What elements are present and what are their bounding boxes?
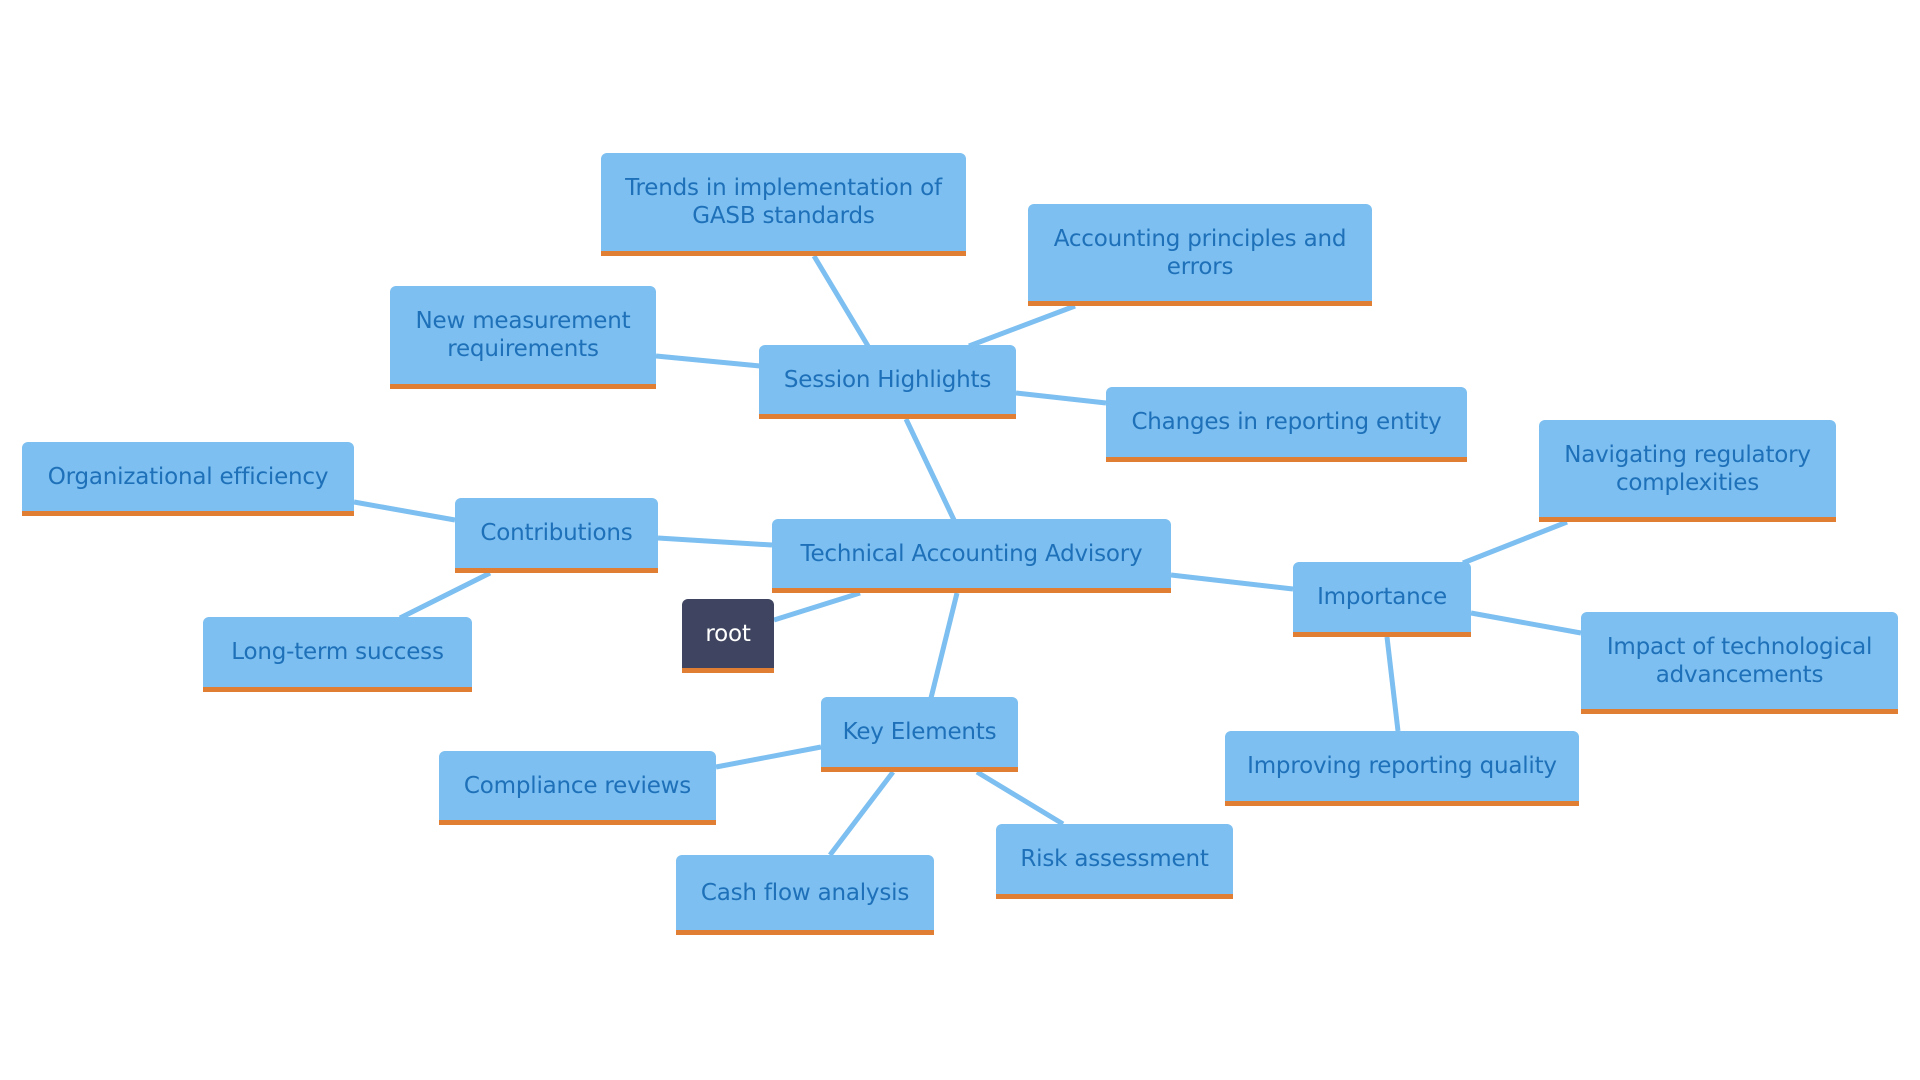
edge-key-elements-risk [975, 769, 1065, 827]
node-label: Contributions [480, 520, 633, 546]
node-root[interactable]: root [682, 599, 774, 673]
node-label: Navigating regulatory complexities [1564, 441, 1811, 496]
node-label: Technical Accounting Advisory [800, 540, 1143, 567]
node-label: Key Elements [842, 719, 997, 745]
edge-session-new-measurement [655, 353, 761, 369]
node-label: Improving reporting quality [1247, 753, 1557, 779]
node-navigating-regulatory[interactable]: Navigating regulatory complexities [1539, 420, 1836, 522]
node-new-measurement[interactable]: New measurement requirements [390, 286, 656, 389]
node-technical-accounting-advisory[interactable]: Technical Accounting Advisory [772, 519, 1171, 593]
edge-contributions-org-efficiency [353, 499, 456, 523]
edge-key-elements-cash-flow [828, 770, 895, 857]
node-impact-technological[interactable]: Impact of technological advancements [1581, 612, 1898, 714]
edge-importance-impact [1470, 610, 1582, 636]
node-label: New measurement requirements [415, 308, 631, 362]
node-long-term-success[interactable]: Long-term success [203, 617, 472, 692]
node-label: Compliance reviews [463, 772, 692, 799]
node-importance[interactable]: Importance [1293, 562, 1471, 637]
edge-root-technical [773, 590, 861, 623]
node-trends[interactable]: Trends in implementation of GASB standar… [601, 153, 966, 256]
edge-technical-key-elements [928, 592, 960, 699]
node-key-elements[interactable]: Key Elements [821, 697, 1018, 772]
node-changes-reporting-entity[interactable]: Changes in reporting entity [1106, 387, 1467, 462]
edge-importance-improving [1384, 636, 1401, 732]
node-label: Cash flow analysis [700, 879, 910, 906]
node-label: Changes in reporting entity [1131, 409, 1442, 435]
edge-session-changes [1015, 390, 1107, 406]
node-accounting-principles[interactable]: Accounting principles and errors [1028, 204, 1372, 306]
edge-session-accounting [968, 303, 1076, 349]
node-session-highlights[interactable]: Session Highlights [759, 345, 1016, 419]
edge-technical-importance [1170, 572, 1294, 592]
node-label: Trends in implementation of GASB standar… [625, 175, 942, 229]
node-cash-flow-analysis[interactable]: Cash flow analysis [676, 855, 934, 935]
node-organizational-efficiency[interactable]: Organizational efficiency [22, 442, 354, 516]
node-label: root [705, 620, 751, 647]
edge-technical-session [903, 417, 957, 522]
node-contributions[interactable]: Contributions [455, 498, 658, 573]
node-compliance-reviews[interactable]: Compliance reviews [439, 751, 716, 825]
edge-key-elements-compliance [715, 744, 822, 770]
edge-technical-contributions [657, 535, 773, 548]
node-risk-assessment[interactable]: Risk assessment [996, 824, 1233, 899]
node-label: Long-term success [231, 639, 444, 665]
node-label: Risk assessment [1020, 846, 1209, 872]
node-improving-reporting-quality[interactable]: Improving reporting quality [1225, 731, 1579, 806]
node-label: Accounting principles and errors [1053, 225, 1347, 280]
node-label: Session Highlights [783, 366, 992, 393]
node-label: Importance [1317, 584, 1447, 610]
edge-contributions-long-term [398, 570, 492, 621]
edge-session-trends [811, 254, 871, 348]
node-label: Impact of technological advancements [1606, 633, 1873, 688]
node-label: Organizational efficiency [47, 463, 329, 490]
edge-importance-navigating [1462, 519, 1568, 566]
